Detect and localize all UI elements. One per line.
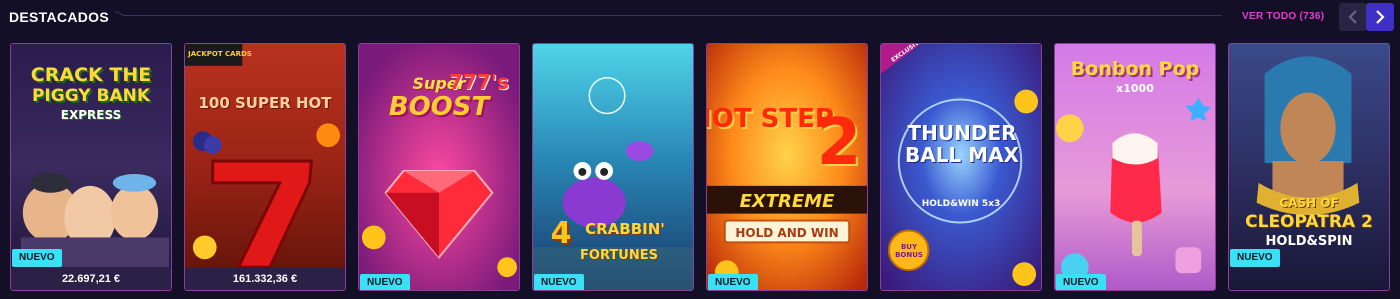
game-title-line3: EXTREME [739,191,835,212]
game-title-line4: BUY BONUS [895,243,923,259]
game-title-line2: 2 [816,106,862,180]
game-title-line2: 777's [449,70,509,94]
game-carousel: CRACK THE PIGGY BANK EXPRESS NUEVO 22.69… [0,43,1400,293]
carousel-prev-button[interactable] [1339,3,1367,31]
game-title-line2: x1000 [1116,82,1154,95]
new-badge: NUEVO [534,274,584,290]
game-card-cash-of-cleopatra-2[interactable]: CASH OF CLEOPATRA 2 HOLD&SPIN NUEVO [1228,43,1390,291]
game-thumbnail [1055,44,1215,290]
chevron-left-icon [1348,10,1357,24]
game-title-line3: HOLD&WIN 5x3 [921,199,1001,209]
game-title-line1: JACKPOT CARDS [188,50,252,58]
jackpot-amount: 161.332,36 € [185,268,345,290]
game-title-line3: BOOST [388,92,490,122]
jackpot-amount: 22.697,21 € [11,268,171,290]
game-title-line3: HOLD&SPIN [1265,234,1353,249]
game-card-thunder-ball-max[interactable]: EXCLUSIVE THUNDER BALL MAX HOLD&WIN 5x3 … [880,43,1042,291]
section-title: DESTACADOS [9,9,109,25]
new-badge: NUEVO [360,274,410,290]
game-thumbnail [185,44,345,290]
carousel-next-button[interactable] [1366,3,1394,31]
game-title-line3: EXPRESS [60,108,122,122]
new-badge: NUEVO [708,274,758,290]
game-card-100-super-hot[interactable]: JACKPOT CARDS 100 SUPER HOT 161.332,36 € [184,43,346,291]
section-header: DESTACADOS VER TODO (736) [0,0,1400,36]
new-badge: NUEVO [1056,274,1106,290]
game-title-line1: Bonbon Pop [1070,58,1200,80]
game-title-line2: CRABBIN' [585,220,665,238]
game-card-super-777s-boost[interactable]: Super 777's BOOST NUEVO [358,43,520,291]
chevron-right-icon [1376,10,1385,24]
game-title-line2: CLEOPATRA 2 [1245,212,1373,232]
game-card-crack-the-piggy-bank[interactable]: CRACK THE PIGGY BANK EXPRESS NUEVO 22.69… [10,43,172,291]
game-title-line4: HOLD AND WIN [735,226,839,240]
header-divider [122,15,1222,16]
game-title-line2: PIGGY BANK [31,86,151,106]
game-title-line1: CASH OF [1279,196,1339,210]
new-badge: NUEVO [12,249,62,267]
game-title-line3: FORTUNES [580,248,658,263]
game-card-bonbon-pop[interactable]: Bonbon Pop x1000 NUEVO [1054,43,1216,291]
game-card-hot-step-2-extreme[interactable]: HOT STEP 2 EXTREME HOLD AND WIN NUEVO [706,43,868,291]
game-card-4-crabbin-fortunes[interactable]: 4 CRABBIN' FORTUNES NUEVO [532,43,694,291]
new-badge: NUEVO [1230,249,1280,267]
game-title-line1: CRACK THE [30,64,152,86]
game-title-line2: THUNDER BALL MAX [905,121,1019,167]
game-title-line2: 100 SUPER HOT [198,94,332,112]
see-all-link[interactable]: VER TODO (736) [1242,11,1324,22]
